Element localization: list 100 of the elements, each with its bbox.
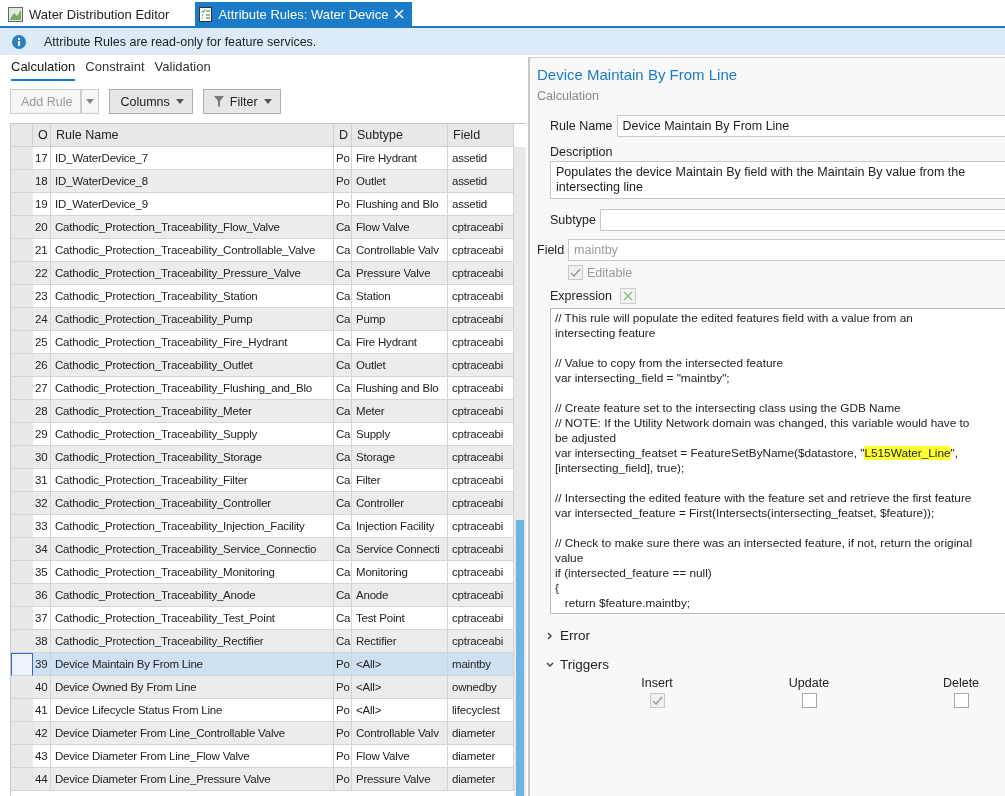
column-header[interactable]: Field (448, 124, 514, 147)
code-line: // Check to make sure there was an intersected feature, if not, return the original (555, 536, 974, 551)
expression-editor[interactable] (550, 308, 1005, 614)
table-cell: Ca (334, 607, 352, 630)
table-cell: 25 (33, 331, 51, 354)
code-line: intersecting feature (555, 326, 657, 341)
table-cell: Pump (352, 308, 448, 331)
code-line: // Intersecting the edited feature with the feature set and retrieve the first feature (555, 491, 973, 506)
table-cell: Test Point (352, 607, 448, 630)
section-header[interactable]: Error (546, 628, 1005, 643)
table-cell: 30 (33, 446, 51, 469)
rule-name-field[interactable]: Device Maintain By From Line (616, 115, 1005, 137)
table-cell: Device Lifecycle Status From Line (51, 699, 334, 722)
table-cell: 28 (33, 400, 51, 423)
table-cell: 19 (33, 193, 51, 216)
table-cell: Po (334, 170, 352, 193)
rule-type-tab[interactable]: Constraint (85, 59, 145, 81)
vertical-scrollbar[interactable] (514, 147, 526, 796)
table-cell: 34 (33, 538, 51, 561)
column-header[interactable]: Rule Name (51, 124, 334, 147)
table-cell: Fire Hydrant (352, 331, 448, 354)
table-cell: Po (334, 745, 352, 768)
table-cell: Ca (334, 262, 352, 285)
table-cell: Ca (334, 584, 352, 607)
table-cell: Cathodic_Protection_Traceability_Storage (51, 446, 334, 469)
add-rule-dropdown[interactable] (81, 89, 100, 114)
subtype-dropdown[interactable] (599, 209, 1005, 231)
table-cell: Cathodic_Protection_Traceability_Monitoring (51, 561, 334, 584)
column-header[interactable]: Subtype (352, 124, 448, 147)
table-cell: Supply (352, 423, 448, 446)
checkmark-icon (651, 696, 663, 705)
table-cell: Ca (334, 492, 352, 515)
checkbox-label: Insert (641, 676, 673, 690)
table-cell: Cathodic_Protection_Traceability_Controller (51, 492, 334, 515)
table-cell: ownedby (448, 676, 514, 699)
columns-button[interactable]: Columns (109, 89, 193, 114)
chevron-icon (546, 631, 554, 640)
trigger-checkbox[interactable] (801, 693, 817, 708)
table-cell: cptraceabi (448, 423, 514, 446)
checkbox-label: Update (788, 676, 830, 690)
row-header[interactable] (11, 653, 33, 676)
checklist-icon (199, 6, 213, 22)
table-cell: Meter (352, 400, 448, 423)
table-cell: ID_WaterDevice_9 (51, 193, 334, 216)
section-header[interactable]: Triggers (546, 657, 1005, 672)
table-cell: 33 (33, 515, 51, 538)
table-cell: cptraceabi (448, 285, 514, 308)
table-cell: cptraceabi (448, 607, 514, 630)
rule-title: Device Maintain By From Line (537, 66, 739, 83)
table-cell: Ca (334, 561, 352, 584)
table-cell: Po (334, 147, 352, 170)
table-cell: 43 (33, 745, 51, 768)
table-cell: Cathodic_Protection_Traceability_Flushing_and_Blo (51, 377, 334, 400)
caret-icon (263, 99, 272, 104)
document-tab[interactable]: Attribute Rules: Water Device (195, 2, 413, 26)
table-cell: cptraceabi (448, 469, 514, 492)
column-header[interactable]: D (334, 124, 352, 147)
info-icon (12, 34, 26, 49)
table-cell: Po (334, 768, 352, 791)
column-header[interactable]: O (33, 124, 51, 147)
table-cell: cptraceabi (448, 492, 514, 515)
table-cell: cptraceabi (448, 308, 514, 331)
table-cell: Controller (352, 492, 448, 515)
table-cell: Cathodic_Protection_Traceability_Rectifier (51, 630, 334, 653)
table-cell: Monitoring (352, 561, 448, 584)
table-cell: cptraceabi (448, 584, 514, 607)
table-cell: 32 (33, 492, 51, 515)
table-cell: Cathodic_Protection_Traceability_Flow_Valve (51, 216, 334, 239)
trigger-checkbox[interactable] (953, 693, 969, 708)
table-cell: Device Diameter From Line_Flow Valve (51, 745, 334, 768)
filter-button[interactable]: Filter (202, 89, 281, 114)
table-cell: cptraceabi (448, 630, 514, 653)
script-icon[interactable] (619, 288, 636, 304)
table-cell: Cathodic_Protection_Traceability_Outlet (51, 354, 334, 377)
table-cell: Pressure Valve (352, 262, 448, 285)
table-cell: <All> (352, 676, 448, 699)
table-cell: Cathodic_Protection_Traceability_Anode (51, 584, 334, 607)
table-cell: cptraceabi (448, 216, 514, 239)
table-cell: Device Maintain By From Line (51, 653, 334, 676)
description-field[interactable]: Populates the device Maintain By field with the Maintain By value from the intersecting line (550, 161, 1005, 199)
code-line: if (intersected_feature == null) (555, 566, 713, 581)
table-cell: cptraceabi (448, 538, 514, 561)
code-line: [intersecting_field], true); (555, 461, 686, 476)
table-cell: cptraceabi (448, 239, 514, 262)
document-tab[interactable]: Water Distribution Editor (4, 2, 178, 26)
table-cell: Outlet (352, 354, 448, 377)
table-cell: Cathodic_Protection_Traceability_Filter (51, 469, 334, 492)
close-icon[interactable] (394, 9, 405, 19)
table-cell: maintby (448, 653, 514, 676)
table-cell: 29 (33, 423, 51, 446)
rule-type-tab[interactable]: Calculation (11, 59, 76, 81)
table-cell: Cathodic_Protection_Traceability_Pump (51, 308, 334, 331)
table-cell: Cathodic_Protection_Traceability_Controllable_Valve (51, 239, 334, 262)
code-line: // NOTE: If the Utility Network domain was changed, this variable would have to (555, 416, 971, 431)
rule-type-tab[interactable]: Validation (154, 59, 211, 81)
table-cell: Ca (334, 400, 352, 423)
table-cell: 35 (33, 561, 51, 584)
table-cell: Device Diameter From Line_Pressure Valve (51, 768, 334, 791)
table-cell: Ca (334, 354, 352, 377)
table-cell: assetid (448, 170, 514, 193)
